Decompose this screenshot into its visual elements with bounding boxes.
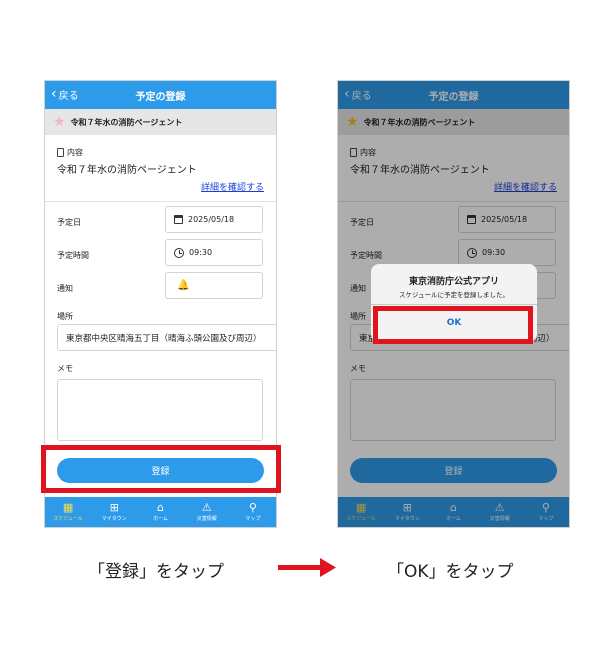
time-field[interactable]: 09:30 bbox=[165, 239, 263, 266]
place-label: 場所 bbox=[57, 312, 73, 321]
document-icon bbox=[57, 148, 64, 157]
highlight-ok-button bbox=[373, 306, 533, 344]
date-field[interactable]: 2025/05/18 bbox=[165, 206, 263, 233]
warning-icon: ⚠ bbox=[201, 501, 212, 514]
home-icon: ⌂ bbox=[157, 501, 164, 514]
date-label: 予定日 bbox=[57, 218, 81, 227]
dialog-title: 東京消防庁公式アプリ bbox=[408, 277, 499, 287]
nav-bar: ‹ 戻る 予定の登録 bbox=[45, 81, 276, 109]
content-section: 内容 令和７年水の消防ページェント 詳細を確認する bbox=[45, 135, 276, 201]
tab-map[interactable]: ⚲ マップ bbox=[230, 497, 276, 527]
content-label: 内容 bbox=[67, 148, 83, 157]
tab-home[interactable]: ⌂ ホーム bbox=[137, 497, 183, 527]
arrow-right-icon bbox=[278, 558, 336, 577]
map-pin-icon: ⚲ bbox=[248, 501, 257, 514]
calendar-icon bbox=[174, 215, 183, 224]
event-header: ★ 令和７年水の消防ページェント bbox=[45, 109, 276, 135]
tab-disaster[interactable]: ⚠ 災害情報 bbox=[184, 497, 230, 527]
tab-label: マイタウン bbox=[101, 516, 127, 522]
page-title: 予定の登録 bbox=[135, 92, 186, 103]
tab-label: マップ bbox=[245, 516, 261, 522]
highlight-register-button bbox=[41, 445, 281, 493]
content-value: 令和７年水の消防ページェント bbox=[57, 165, 197, 176]
event-name: 令和７年水の消防ページェント bbox=[70, 117, 183, 127]
caption-step-1: 「登録」をタップ bbox=[88, 562, 224, 582]
tab-label: 災害情報 bbox=[196, 516, 217, 522]
caption-step-2: 「OK」をタップ bbox=[387, 562, 514, 582]
dialog-message: スケジュールに予定を登録しました。 bbox=[398, 291, 510, 299]
clock-icon bbox=[174, 247, 184, 258]
place-input[interactable]: 東京都中央区晴海五丁目（晴海ふ頭公園及び周辺） bbox=[57, 324, 276, 351]
divider bbox=[45, 201, 276, 202]
calendar-icon: ▦ bbox=[62, 501, 74, 514]
notify-field[interactable]: 🔔 bbox=[165, 272, 263, 299]
memo-label: メモ bbox=[57, 364, 73, 373]
time-label: 予定時間 bbox=[57, 251, 89, 260]
bell-icon: 🔔 bbox=[177, 280, 190, 291]
tab-schedule[interactable]: ▦ スケジュール bbox=[45, 497, 91, 527]
tab-bar: ▦ スケジュール ⊞ マイタウン ⌂ ホーム ⚠ 災害情報 ⚲ マップ bbox=[45, 497, 276, 527]
content-label-row: 内容 bbox=[57, 147, 83, 158]
date-value: 2025/05/18 bbox=[188, 215, 235, 224]
star-icon[interactable]: ★ bbox=[53, 114, 66, 130]
gift-icon: ⊞ bbox=[109, 501, 119, 514]
phone-screenshot-after: ‹ 戻る 予定の登録 ★ 令和７年水の消防ページェント 内容 令和７年水の消防ペ… bbox=[337, 80, 570, 528]
detail-link[interactable]: 詳細を確認する bbox=[201, 180, 264, 193]
time-value: 09:30 bbox=[189, 248, 213, 257]
memo-textarea[interactable] bbox=[57, 379, 263, 441]
tab-mytown[interactable]: ⊞ マイタウン bbox=[91, 497, 137, 527]
tab-label: スケジュール bbox=[53, 516, 83, 522]
tab-label: ホーム bbox=[153, 516, 168, 522]
notify-label: 通知 bbox=[57, 284, 73, 293]
